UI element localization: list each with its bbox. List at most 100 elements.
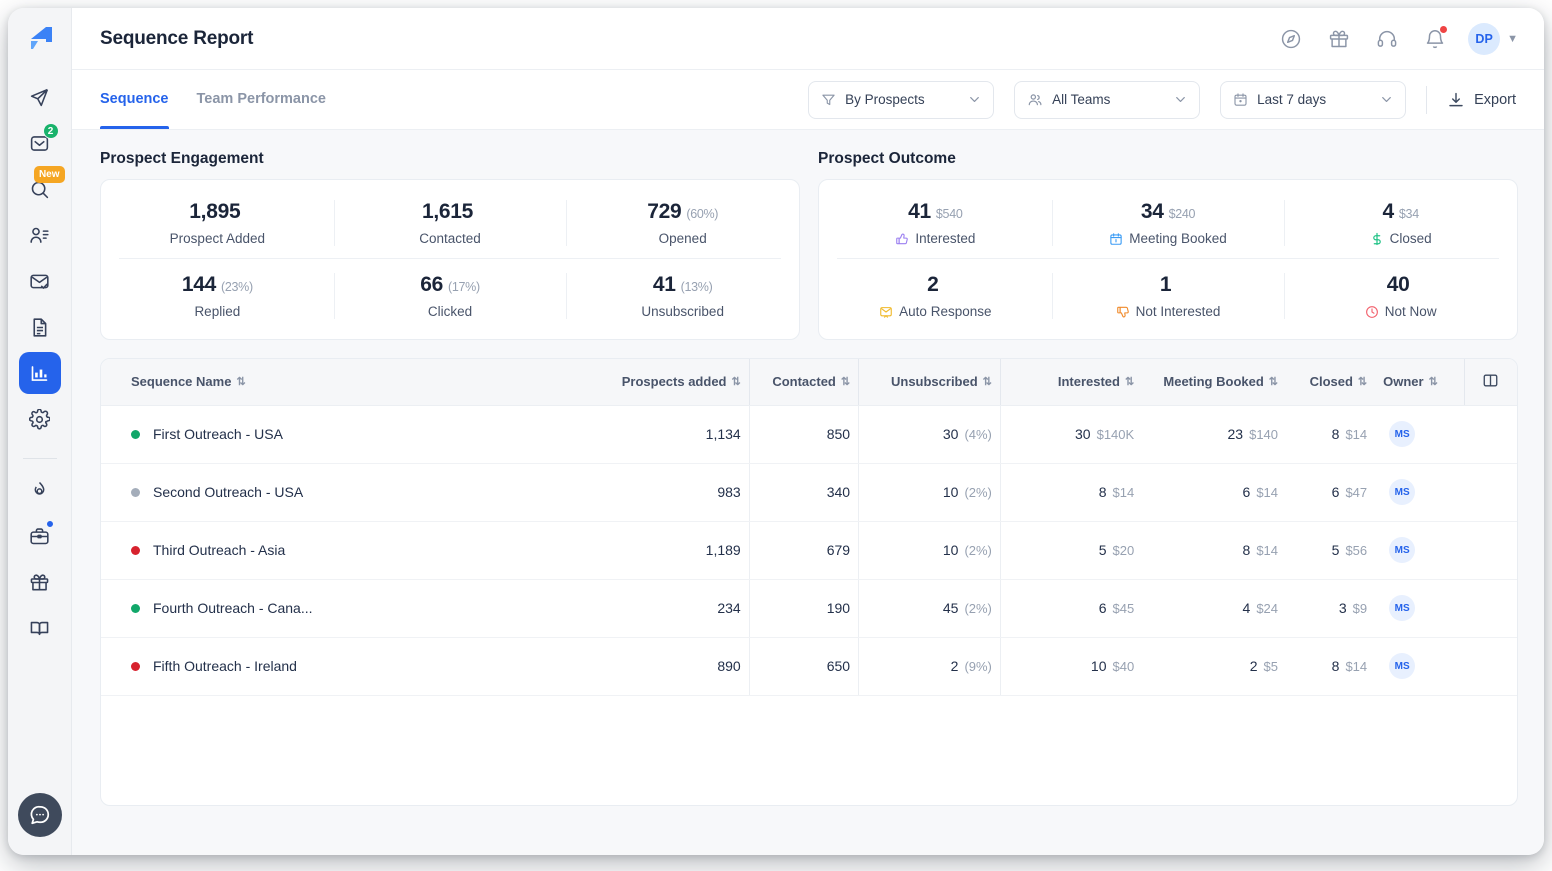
sequence-name-label: Fifth Outreach - Ireland	[153, 658, 297, 674]
filter-by-prospects-select[interactable]: By Prospects	[808, 80, 995, 119]
dollar-icon	[1370, 232, 1384, 246]
col-label: Sequence Name	[131, 374, 232, 390]
cell-sequence-name[interactable]: Fifth Outreach - Ireland	[101, 637, 598, 696]
sort-icon: ⇅	[1428, 376, 1438, 389]
col-sequence-name[interactable]: Sequence Name ⇅	[101, 359, 598, 406]
chat-bubble-icon[interactable]	[17, 793, 62, 837]
cell-prospects-added: 1,189	[597, 521, 750, 580]
sequence-name-label: Fourth Outreach - Cana...	[153, 600, 313, 616]
table-row[interactable]: Fourth Outreach - Cana... 234 190 45 (2%) 6 $4…	[101, 579, 1517, 638]
columns-icon[interactable]	[1482, 372, 1499, 389]
chevron-down-icon	[968, 93, 981, 106]
col-label: Owner	[1383, 374, 1424, 390]
owner-avatar[interactable]: MS	[1389, 421, 1416, 447]
cell-contacted: 190	[748, 579, 859, 638]
sidebar-item-contacts[interactable]	[19, 214, 61, 256]
user-menu[interactable]: DP ▼	[1468, 22, 1518, 55]
owner-avatar[interactable]: MS	[1389, 479, 1416, 505]
cell-prospects-added: 234	[597, 579, 750, 638]
col-meeting-booked[interactable]: Meeting Booked ⇅	[1142, 359, 1287, 406]
stat-meeting-booked: 34 $240 Meeting Booked	[1051, 186, 1285, 258]
sidebar-item-briefcase[interactable]	[19, 515, 61, 557]
cell-sequence-name[interactable]: Second Outreach - USA	[101, 463, 598, 522]
cell-unsubscribed: 30 (4%)	[858, 405, 1001, 464]
stat-value: 1,615	[421, 200, 474, 223]
stat-value: 41	[652, 273, 676, 296]
people-icon	[1027, 92, 1043, 108]
col-contacted[interactable]: Contacted ⇅	[748, 359, 859, 406]
sequence-table-element: Sequence Name ⇅ Prospects added ⇅ Contacte…	[101, 359, 1517, 696]
cell-sequence-name[interactable]: Fourth Outreach - Cana...	[101, 579, 598, 638]
cell-contacted: 850	[748, 405, 859, 464]
sidebar-item-settings[interactable]	[19, 398, 61, 440]
compass-icon[interactable]	[1276, 24, 1306, 54]
cell-closed: 3 $9	[1286, 579, 1376, 638]
calendar-icon	[1109, 232, 1123, 246]
stat-sub: (60%)	[686, 207, 719, 221]
sort-icon: ⇅	[236, 376, 246, 389]
sidebar-item-gift[interactable]	[19, 561, 61, 603]
col-interested[interactable]: Interested ⇅	[999, 359, 1143, 406]
stat-closed: 4 $34 Closed	[1284, 186, 1517, 258]
sidebar-item-email-verify[interactable]	[19, 260, 61, 302]
teams-label: All Teams	[1052, 92, 1111, 107]
col-owner[interactable]: Owner ⇅	[1375, 359, 1465, 406]
table-row[interactable]: Fifth Outreach - Ireland 890 650 2 (9%) 10 $40…	[101, 637, 1517, 696]
sidebar-item-inbox[interactable]: 2	[19, 122, 61, 164]
prospect-outcome-section: Prospect Outcome 41 $540 Interested 34 $…	[818, 150, 1518, 340]
stat-not-now: 40 Not Now	[1284, 259, 1517, 331]
sort-icon: ⇅	[982, 376, 992, 389]
sidebar-item-book[interactable]	[19, 607, 61, 649]
col-prospects-added[interactable]: Prospects added ⇅	[597, 359, 750, 406]
stat-label: Closed	[1389, 231, 1432, 246]
tab-team-performance[interactable]: Team Performance	[197, 70, 326, 129]
table-row[interactable]: Second Outreach - USA 983 340 10 (2%) 8 $14 6 $1…	[101, 463, 1517, 522]
table-row[interactable]: Third Outreach - Asia 1,189 679 10 (2%) 5 $20 8…	[101, 521, 1517, 580]
engagement-row-2: 144 (23%) Replied 66 (17%) Clicked 41 (13%)…	[101, 259, 799, 331]
stat-value: 66	[420, 273, 443, 296]
cell-prospects-added: 983	[597, 463, 750, 522]
sidebar-item-fire[interactable]	[19, 469, 61, 511]
teams-select[interactable]: All Teams	[1014, 80, 1201, 119]
stat-replied: 144 (23%) Replied	[101, 259, 334, 331]
cell-spacer	[1464, 521, 1517, 580]
sidebar-item-reports[interactable]	[18, 352, 61, 394]
owner-avatar[interactable]: MS	[1389, 537, 1416, 563]
cell-closed: 8 $14	[1286, 637, 1376, 696]
cell-prospects-added: 1,134	[597, 405, 750, 464]
stat-label: Interested	[915, 231, 976, 246]
sidebar-item-send[interactable]	[19, 76, 61, 118]
cell-owner: MS	[1375, 405, 1465, 464]
tab-list: Sequence Team Performance	[100, 70, 326, 129]
filter-by-label: By Prospects	[845, 92, 925, 107]
owner-avatar[interactable]: MS	[1389, 595, 1416, 621]
cell-meeting-booked: 2 $5	[1142, 637, 1287, 696]
owner-avatar[interactable]: MS	[1389, 653, 1416, 679]
date-range-select[interactable]: Last 7 days	[1220, 80, 1407, 119]
export-button[interactable]: Export	[1447, 91, 1518, 109]
sidebar-item-search[interactable]: New	[19, 166, 65, 210]
stat-sub: (17%)	[447, 280, 480, 294]
main-area: Sequence Report DP ▼ Sequence Team Perfo…	[72, 8, 1544, 855]
sequence-name-label: First Outreach - USA	[153, 426, 283, 442]
cell-sequence-name[interactable]: First Outreach - USA	[101, 405, 598, 464]
sidebar-item-documents[interactable]	[19, 306, 61, 348]
headset-icon[interactable]	[1372, 24, 1402, 54]
status-dot	[131, 661, 140, 671]
cell-sequence-name[interactable]: Third Outreach - Asia	[101, 521, 598, 580]
sidebar-divider	[22, 458, 57, 459]
tab-sequence[interactable]: Sequence	[100, 70, 169, 129]
cell-owner: MS	[1375, 579, 1465, 638]
stat-value: 4	[1382, 200, 1395, 223]
stat-value: 34	[1140, 200, 1164, 223]
col-unsubscribed[interactable]: Unsubscribed ⇅	[858, 359, 1001, 406]
table-row[interactable]: First Outreach - USA 1,134 850 30 (4%) 30 $140…	[101, 405, 1517, 464]
stat-clicked: 66 (17%) Clicked	[333, 259, 567, 331]
gift-icon[interactable]	[1324, 24, 1354, 54]
stat-label: Unsubscribed	[641, 304, 724, 319]
cell-owner: MS	[1375, 637, 1465, 696]
col-closed[interactable]: Closed ⇅	[1286, 359, 1376, 406]
brand-logo[interactable]	[22, 22, 58, 58]
bell-icon[interactable]	[1420, 24, 1450, 54]
col-settings[interactable]	[1463, 359, 1517, 406]
